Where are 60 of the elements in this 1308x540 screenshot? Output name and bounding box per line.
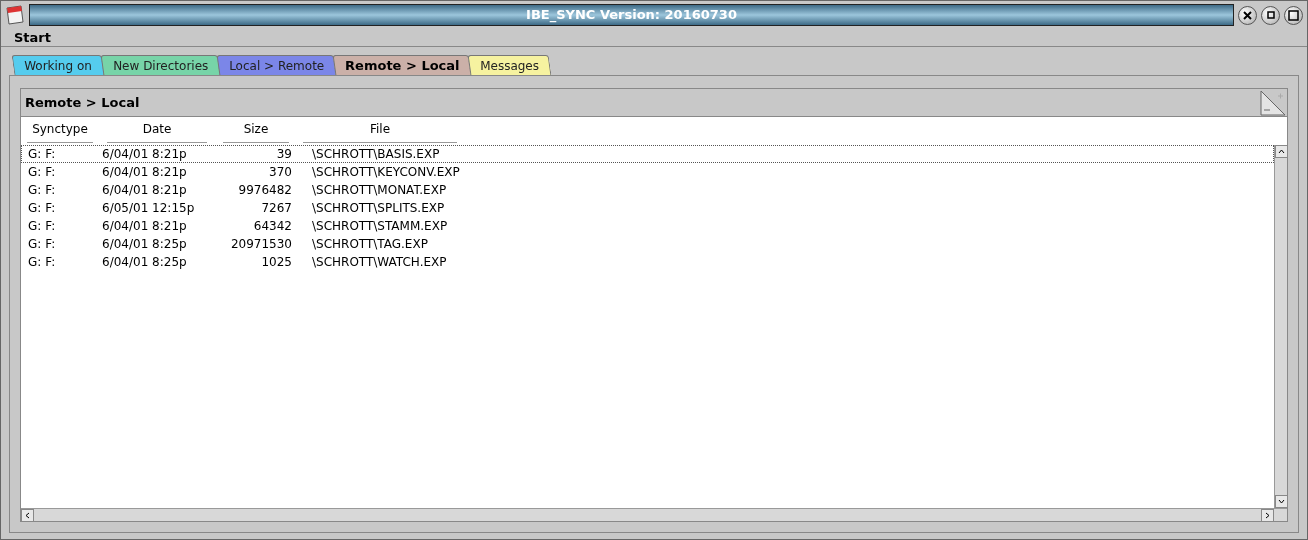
table-cell-text: 6/04/01 8:25p xyxy=(101,236,188,253)
tab[interactable]: Working on xyxy=(11,55,105,75)
maximize-icon xyxy=(1288,9,1299,21)
tab[interactable]: Local > Remote xyxy=(216,55,337,75)
table-cell-text: \SCHROTT\STAMM.EXP xyxy=(311,218,449,235)
table-row[interactable]: G: F: 6/04/01 8:25p 20971530 \SCHROTT\TAG.EXP xyxy=(21,235,1274,253)
column-header[interactable]: Size xyxy=(223,120,289,143)
table-cell-text: G: F: xyxy=(27,254,57,271)
table-cell-text: 370 xyxy=(268,164,293,181)
table-cell-text: 64342 xyxy=(252,218,293,235)
tab[interactable]: Messages xyxy=(468,55,552,75)
minimize-icon xyxy=(1266,11,1275,19)
table-cell-text: \SCHROTT\WATCH.EXP xyxy=(311,254,448,271)
table-cell-text: G: F: xyxy=(27,200,57,217)
window-title: IBE_SYNC Version: 20160730 xyxy=(29,4,1234,26)
table-cell-text: 6/04/01 8:25p xyxy=(101,254,188,271)
menu-item[interactable]: Start xyxy=(14,27,51,48)
table-cell-text: 6/04/01 8:21p xyxy=(101,182,188,199)
table-cell-text: G: F: xyxy=(27,146,57,163)
minimize-button[interactable] xyxy=(1261,5,1280,25)
table-cell-text: \SCHROTT\BASIS.EXP xyxy=(311,146,441,163)
app-icon xyxy=(5,4,25,26)
table-cell-text: 6/04/01 8:21p xyxy=(101,164,188,181)
table-cell-text: 9976482 xyxy=(237,182,293,199)
table-cell-text: 6/05/01 12:15p xyxy=(101,200,196,217)
table-row[interactable]: G: F: 6/04/01 8:21p 64342 \SCHROTT\STAMM.EXP xyxy=(21,217,1274,235)
table-cell-text: 1025 xyxy=(260,254,293,271)
column-header[interactable]: Date xyxy=(107,120,207,143)
maximize-button[interactable] xyxy=(1284,5,1303,25)
close-button[interactable] xyxy=(1238,5,1257,25)
table-cell-text: \SCHROTT\MONAT.EXP xyxy=(311,182,448,199)
table-cell-text: G: F: xyxy=(27,218,57,235)
table-cell-text: \SCHROTT\TAG.EXP xyxy=(311,236,429,253)
horizontal-scrollbar[interactable] xyxy=(21,509,1274,521)
table-row[interactable]: G: F: 6/04/01 8:25p 1025 \SCHROTT\WATCH.EXP xyxy=(21,253,1274,271)
vertical-scrollbar[interactable] xyxy=(1274,145,1287,508)
tab[interactable]: New Directories xyxy=(100,55,221,75)
table-cell-text: G: F: xyxy=(27,236,57,253)
column-header[interactable]: File xyxy=(303,120,457,143)
table-cell-text: 39 xyxy=(275,146,293,163)
table-row[interactable]: G: F: 6/05/01 12:15p 7267 \SCHROTT\SPLITS.EXP xyxy=(21,199,1274,217)
table-row[interactable]: G: F: 6/04/01 8:21p 39 \SCHROTT\BASIS.EXP xyxy=(21,145,1274,163)
table-cell-text: 7267 xyxy=(260,200,293,217)
table-cell-text: 20971530 xyxy=(229,236,293,253)
table-row[interactable]: G: F: 6/04/01 8:21p 9976482 \SCHROTT\MONAT.EXP xyxy=(21,181,1274,199)
scroll-right-icon[interactable] xyxy=(1261,509,1274,522)
scroll-up-icon[interactable] xyxy=(1275,145,1288,158)
table-row[interactable]: G: F: 6/04/01 8:21p 370 \SCHROTT\KEYCONV.EXP xyxy=(21,163,1274,181)
zoom-icon[interactable] xyxy=(1260,89,1286,116)
scroll-down-icon[interactable] xyxy=(1275,495,1288,508)
table-cell-text: 6/04/01 8:21p xyxy=(101,146,188,163)
table-cell-text: G: F: xyxy=(27,164,57,181)
table-cell-text: G: F: xyxy=(27,182,57,199)
table-cell-text: \SCHROTT\SPLITS.EXP xyxy=(311,200,446,217)
panel-title: Remote > Local xyxy=(25,93,140,112)
column-header[interactable]: Synctype xyxy=(27,120,93,143)
scroll-left-icon[interactable] xyxy=(21,509,34,522)
close-icon xyxy=(1243,10,1252,20)
table-cell-text: 6/04/01 8:21p xyxy=(101,218,188,235)
tab[interactable]: Remote > Local xyxy=(332,55,472,75)
